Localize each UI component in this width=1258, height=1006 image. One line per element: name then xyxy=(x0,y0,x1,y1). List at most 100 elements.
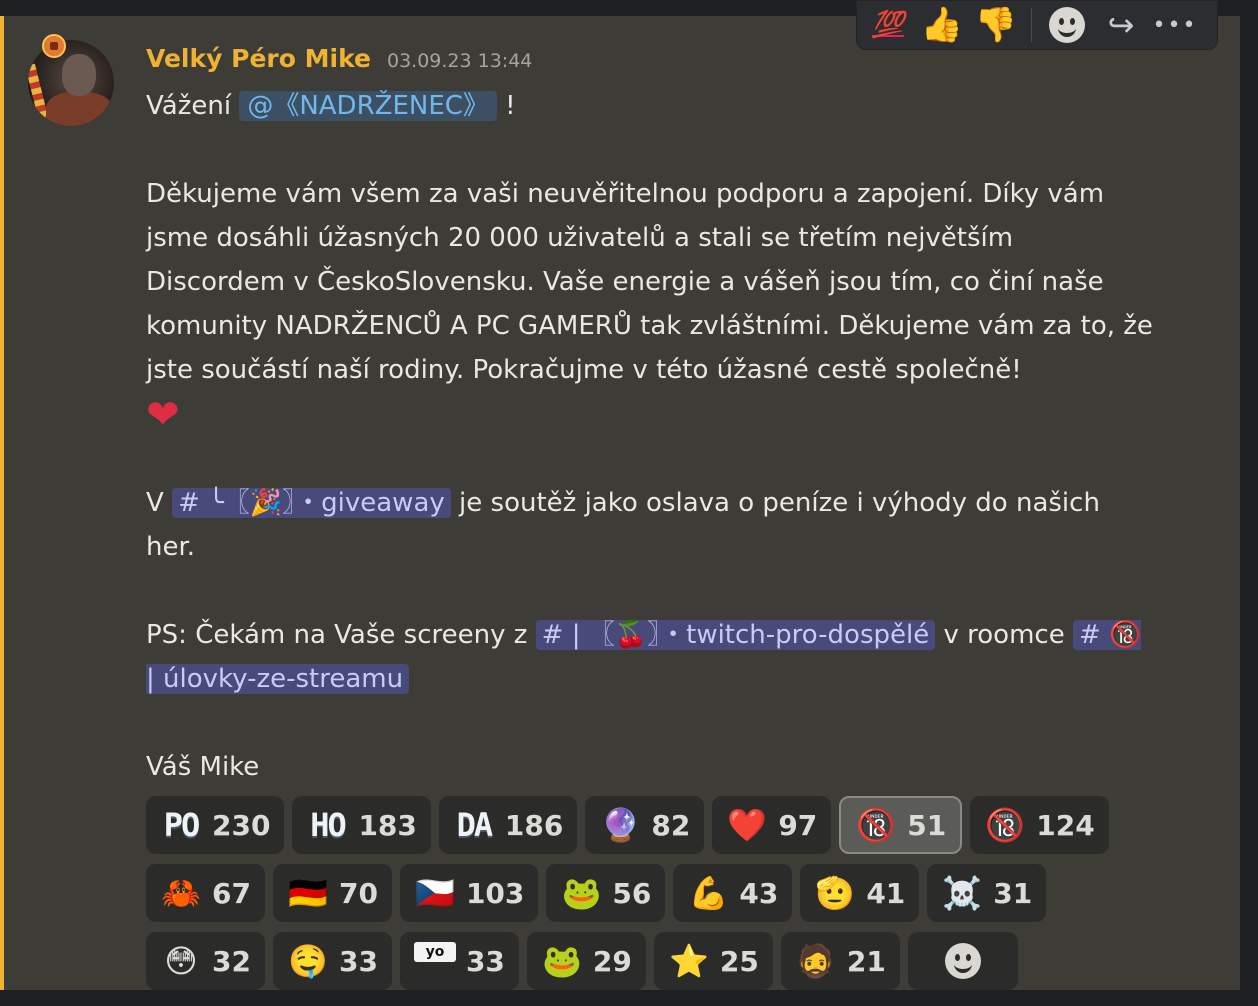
greeting-line: Vážení @《NADRŽENEC》 ! xyxy=(146,84,1156,128)
message-content: Vážení @《NADRŽENEC》 ! Děkujeme vám všem … xyxy=(146,84,1156,789)
paragraph-3: PS: Čekám na Vaše screeny z # | 〖🍒〗・twit… xyxy=(146,613,1156,701)
p2-prefix: V xyxy=(146,487,164,518)
smiley-icon xyxy=(944,943,981,979)
signature: Váš Mike xyxy=(146,751,260,782)
reaction-count: 56 xyxy=(612,876,652,910)
reaction-emoji: 💪 xyxy=(688,874,729,912)
reaction-emoji: 🔞 xyxy=(985,806,1026,844)
reaction-emoji: ⭐ xyxy=(668,942,709,980)
reaction-button[interactable]: 🐸 56 xyxy=(546,864,666,922)
reaction-button[interactable]: PO 230 xyxy=(146,796,285,854)
reaction-count: 25 xyxy=(719,944,759,978)
message-header: Velký Péro Mike 03.09.23 13:44 xyxy=(146,44,532,73)
reaction-emoji: 🔮 xyxy=(600,806,641,844)
reaction-count: 29 xyxy=(592,944,632,978)
reaction-emoji: 😳 xyxy=(164,942,198,980)
avatar-face xyxy=(62,54,96,96)
reaction-emoji: DA xyxy=(456,806,494,844)
username[interactable]: Velký Péro Mike xyxy=(146,44,371,73)
reaction-emoji: ☠️ xyxy=(942,874,983,912)
role-mention[interactable]: @《NADRŽENEC》 xyxy=(239,91,497,121)
reaction-emoji: 🧔 xyxy=(795,942,836,980)
channel-link-giveaway[interactable]: # ╰〖🎉〗・giveaway xyxy=(172,487,451,518)
channel-link-twitch[interactable]: # | 〖🍒〗・twitch-pro-dospělé xyxy=(535,619,936,650)
reaction-count: 33 xyxy=(465,944,505,978)
smiley-icon xyxy=(1049,7,1085,43)
reaction-button[interactable]: ☠️ 31 xyxy=(927,864,1047,922)
reaction-emoji: 🦀 xyxy=(161,874,201,912)
reaction-emoji: 🐸 xyxy=(561,874,602,912)
timestamp[interactable]: 03.09.23 13:44 xyxy=(387,50,532,72)
reaction-button[interactable]: DA 186 xyxy=(438,796,578,854)
thumbs-up-react-button[interactable]: 👍 xyxy=(917,2,967,48)
reaction-button[interactable]: 🤤 33 xyxy=(272,932,392,990)
greeting-suffix: ! xyxy=(505,91,516,121)
reaction-count: 31 xyxy=(993,876,1033,910)
reaction-button[interactable]: 💪 43 xyxy=(673,864,793,922)
add-reaction-button[interactable] xyxy=(1042,2,1092,48)
reaction-count: 33 xyxy=(338,944,378,978)
reaction-emoji: 🇩🇪 xyxy=(288,874,328,912)
reaction-emoji: 🫡 xyxy=(815,874,856,912)
reaction-button[interactable]: ⭐ 25 xyxy=(653,932,773,990)
reaction-button[interactable]: 🔞 51 xyxy=(839,796,963,854)
reaction-count: 103 xyxy=(465,876,525,910)
reaction-button[interactable]: yo 33 xyxy=(399,932,519,990)
toolbar-divider xyxy=(1031,8,1032,42)
reaction-count: 67 xyxy=(212,876,251,910)
reaction-count: 32 xyxy=(212,944,251,978)
thumbs-down-react-button[interactable]: 👎 xyxy=(971,2,1021,48)
reaction-count: 230 xyxy=(212,808,271,842)
reaction-button[interactable]: HO 183 xyxy=(292,796,431,854)
reaction-emoji: ❤️ xyxy=(727,806,768,844)
message-toolbar: 💯 👍 👎 ↪ ••• xyxy=(856,0,1218,50)
reaction-button[interactable]: 🦀 67 xyxy=(146,864,265,922)
paragraph-1-text: Děkujeme vám všem za vaši neuvěřitelnou … xyxy=(146,179,1153,385)
reaction-button[interactable]: ❤️ 97 xyxy=(712,796,832,854)
reaction-count: 43 xyxy=(739,876,779,910)
reaction-button[interactable]: 🔮 82 xyxy=(585,796,705,854)
reaction-button[interactable]: 🧔 21 xyxy=(780,932,900,990)
p3-prefix: PS: Čekám na Vaše screeny z xyxy=(146,619,528,650)
reaction-count: 186 xyxy=(504,808,564,842)
forward-arrow-icon[interactable]: ↪ xyxy=(1096,2,1146,48)
reaction-count: 183 xyxy=(358,808,417,842)
message: Velký Péro Mike 03.09.23 13:44 Vážení @《… xyxy=(0,16,1240,990)
avatar[interactable] xyxy=(28,40,114,126)
avatar-decoration-icon xyxy=(42,34,66,58)
reaction-row: PO 230 HO 183 DA 186 🔮 82 ❤️ 97 🔞 51 🔞 124 xyxy=(146,796,1109,854)
reaction-emoji: 🇨🇿 xyxy=(415,874,455,912)
more-dots-icon[interactable]: ••• xyxy=(1150,2,1200,48)
chat-view: Velký Péro Mike 03.09.23 13:44 Vážení @《… xyxy=(0,0,1258,1006)
reaction-count: 51 xyxy=(907,808,947,842)
paragraph-2: V # ╰〖🎉〗・giveaway je soutěž jako oslava … xyxy=(146,481,1156,569)
reactions-bar: PO 230 HO 183 DA 186 🔮 82 ❤️ 97 🔞 51 🔞 124 🦀 67 🇩🇪 70 🇨🇿 10… xyxy=(146,796,1109,1000)
reaction-count: 41 xyxy=(866,876,906,910)
p3-middle: v roomce xyxy=(943,619,1065,650)
add-reaction-button[interactable] xyxy=(907,932,1018,990)
reaction-row: 😳 32 🤤 33 yo 33 🐸 29 ⭐ 25 🧔 21 xyxy=(146,932,1106,990)
reaction-count: 70 xyxy=(338,876,378,910)
reaction-emoji: yo xyxy=(413,942,456,962)
reaction-count: 124 xyxy=(1036,808,1095,842)
reaction-button[interactable]: 🇨🇿 103 xyxy=(399,864,539,922)
reaction-count: 21 xyxy=(846,944,886,978)
reaction-button[interactable]: 🔞 124 xyxy=(970,796,1109,854)
reaction-emoji: PO xyxy=(163,806,201,844)
reaction-button[interactable]: 😳 32 xyxy=(146,932,265,990)
reaction-count: 82 xyxy=(651,808,691,842)
reaction-button[interactable]: 🐸 29 xyxy=(526,932,646,990)
reaction-button[interactable]: 🇩🇪 70 xyxy=(272,864,392,922)
reaction-emoji: 🤤 xyxy=(288,942,328,980)
reaction-button[interactable]: 🫡 41 xyxy=(800,864,920,922)
heart-emoji: ❤ xyxy=(146,391,180,438)
reaction-count: 97 xyxy=(778,808,818,842)
reaction-row: 🦀 67 🇩🇪 70 🇨🇿 103 🐸 56 💪 43 🫡 41 ☠️ 31 xyxy=(146,864,1106,922)
hundred-react-button[interactable]: 💯 xyxy=(863,2,913,48)
reaction-emoji: 🐸 xyxy=(541,942,582,980)
reaction-emoji: HO xyxy=(310,806,347,844)
